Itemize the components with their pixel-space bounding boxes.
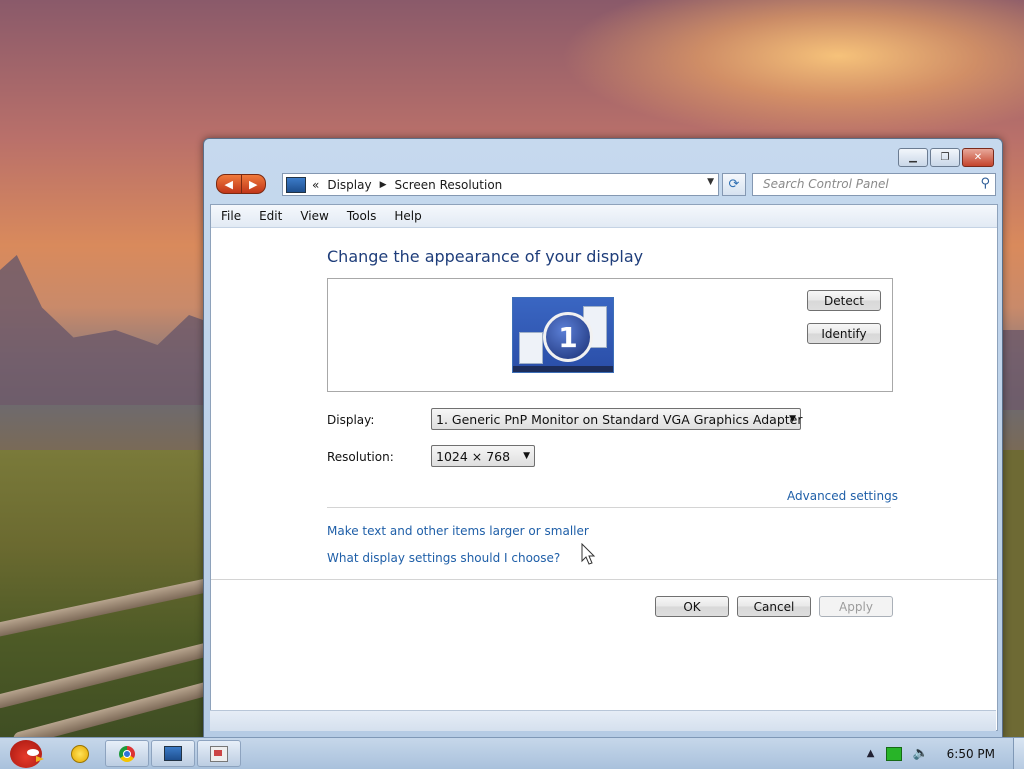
address-bar[interactable]: « Display ▶ Screen Resolution ▼ [282, 173, 719, 196]
menu-help[interactable]: Help [384, 205, 429, 227]
resolution-label: Resolution: [327, 450, 394, 464]
search-placeholder: Search Control Panel [763, 177, 889, 191]
search-input[interactable]: Search Control Panel ⚲ [752, 173, 996, 196]
chrome-icon [119, 745, 135, 762]
chevron-down-icon: ▼ [523, 451, 530, 461]
show-hidden-icons-icon[interactable]: ▲ [867, 748, 875, 759]
forward-button[interactable]: ▶ [241, 174, 266, 194]
close-icon: ✕ [973, 151, 983, 163]
screen-resolution-window: ▁ ❐ ✕ ◀ ▶ « Display ▶ Screen Resolution … [203, 138, 1003, 739]
monitor-arrangement: 1 Detect Identify [327, 278, 893, 392]
monitor-number: 1 [543, 312, 593, 362]
caption-buttons: ▁ ❐ ✕ [898, 148, 994, 167]
menu-tools[interactable]: Tools [337, 205, 385, 227]
maximize-button[interactable]: ❐ [930, 148, 960, 167]
thumb-taskbar [513, 366, 613, 372]
volume-icon[interactable]: 🔈 [912, 746, 928, 761]
bird-beak [36, 756, 44, 762]
content-area: File Edit View Tools Help Change the app… [210, 204, 998, 731]
wallpaper-field-right [1000, 450, 1024, 740]
breadcrumb: « Display ▶ Screen Resolution [312, 178, 502, 192]
display-select-value: 1. Generic PnP Monitor on Standard VGA G… [436, 411, 803, 427]
menu-file[interactable]: File [211, 205, 249, 227]
monitor-1-thumbnail[interactable]: 1 [512, 297, 614, 373]
control-panel-icon [286, 176, 306, 193]
display-label: Display: [327, 413, 375, 427]
breadcrumb-display[interactable]: Display [327, 178, 371, 192]
display-icon [164, 746, 182, 761]
back-button[interactable]: ◀ [216, 174, 242, 194]
angry-bird-icon [10, 740, 44, 768]
tool-icon [210, 745, 228, 762]
start-button[interactable] [4, 738, 48, 769]
breadcrumb-overflow[interactable]: « [312, 178, 319, 192]
chevron-right-icon[interactable]: ▶ [380, 180, 387, 190]
menu-bar: File Edit View Tools Help [211, 205, 997, 228]
ok-button[interactable]: OK [655, 596, 729, 617]
refresh-button[interactable]: ⟳ [722, 173, 746, 196]
divider [327, 507, 891, 508]
maximize-icon: ❐ [940, 151, 950, 163]
taskbar: ▲ 🔈 6:50 PM [0, 737, 1024, 769]
divider [211, 579, 997, 580]
wallpaper-mountain [0, 255, 210, 405]
menu-edit[interactable]: Edit [249, 205, 290, 227]
navigation-bar: ◀ ▶ « Display ▶ Screen Resolution ▼ ⟳ Se… [204, 169, 1002, 199]
status-bar [210, 710, 996, 731]
taskbar-chrome[interactable] [105, 740, 149, 767]
display-settings-help-link[interactable]: What display settings should I choose? [327, 551, 560, 565]
back-arrow-icon: ◀ [224, 177, 233, 191]
chevron-down-icon: ▼ [789, 414, 796, 424]
system-tray: ▲ 🔈 6:50 PM [867, 738, 1024, 769]
nav-arrows: ◀ ▶ [216, 174, 266, 194]
wallpaper-mountain-right [1000, 330, 1024, 410]
apply-button[interactable]: Apply [819, 596, 893, 617]
page-title: Change the appearance of your display [327, 247, 644, 266]
show-desktop-button[interactable] [1013, 738, 1024, 769]
clock[interactable]: 6:50 PM [947, 747, 995, 761]
resolution-select-value: 1024 × 768 [436, 448, 511, 464]
cancel-button[interactable]: Cancel [737, 596, 811, 617]
taskbar-display-settings[interactable] [151, 740, 195, 767]
bird-eye [27, 749, 39, 756]
minimize-button[interactable]: ▁ [898, 148, 928, 167]
taskbar-tool[interactable] [197, 740, 241, 767]
refresh-icon: ⟳ [728, 177, 740, 192]
resolution-select[interactable]: 1024 × 768 ▼ [431, 445, 535, 467]
thumb-window [519, 332, 543, 364]
sun-icon [71, 744, 89, 763]
search-icon[interactable]: ⚲ [980, 176, 990, 191]
minimize-icon: ▁ [909, 151, 917, 163]
identify-button[interactable]: Identify [807, 323, 881, 344]
chevron-down-icon[interactable]: ▼ [707, 177, 714, 187]
close-button[interactable]: ✕ [962, 148, 994, 167]
detect-button[interactable]: Detect [807, 290, 881, 311]
text-size-link[interactable]: Make text and other items larger or smal… [327, 524, 589, 538]
display-select[interactable]: 1. Generic PnP Monitor on Standard VGA G… [431, 408, 803, 430]
mouse-cursor-icon [581, 543, 596, 565]
wallpaper-glow [560, 0, 1024, 140]
advanced-settings-link[interactable]: Advanced settings [787, 489, 898, 503]
breadcrumb-screen-resolution[interactable]: Screen Resolution [395, 178, 503, 192]
taskbar-pinned-sun[interactable] [58, 740, 102, 767]
menu-view[interactable]: View [290, 205, 336, 227]
forward-arrow-icon: ▶ [249, 177, 258, 191]
network-icon[interactable] [886, 746, 903, 761]
